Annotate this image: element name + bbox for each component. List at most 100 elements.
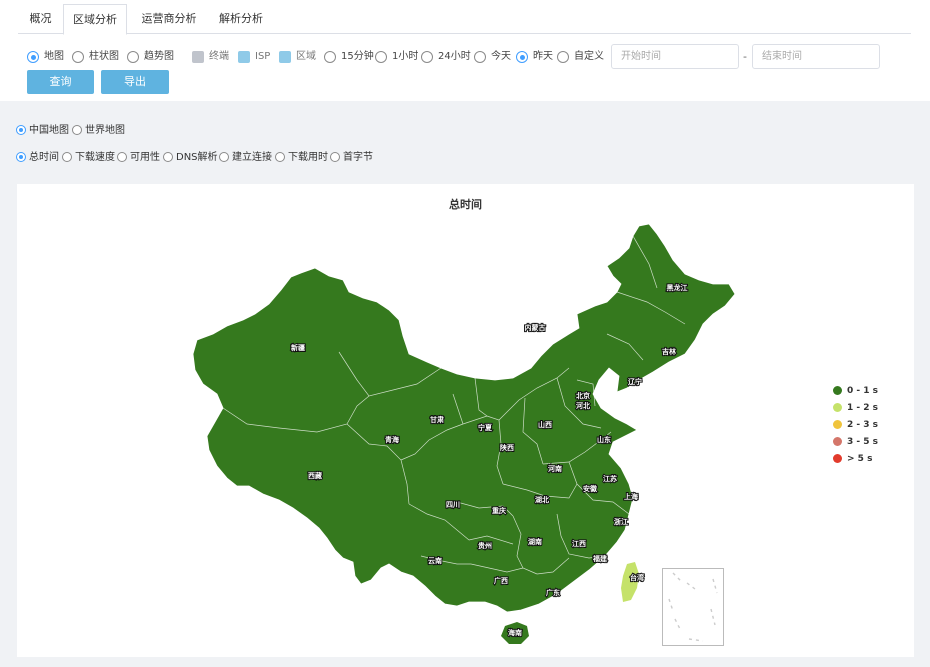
- radio-bar-chart[interactable]: [72, 51, 84, 63]
- radio-metric-dns[interactable]: [163, 152, 173, 162]
- radio-metric-connect[interactable]: [219, 152, 229, 162]
- province-label: 北京: [576, 391, 590, 400]
- radio-metric-availability[interactable]: [117, 152, 127, 162]
- china-map: 黑龙江内蒙古新疆 吉林辽宁北京河北甘肃宁夏 山西山东 青海陕西河南江苏 西藏安徽上海四川…: [192, 223, 736, 644]
- radio-trend-chart[interactable]: [127, 51, 139, 63]
- south-china-sea-inset: [662, 568, 724, 646]
- radio-1hour[interactable]: [375, 51, 387, 63]
- province-label: 江苏: [603, 474, 617, 483]
- radio-china-map-label: 中国地图: [29, 125, 69, 136]
- province-label: 山西: [538, 420, 552, 429]
- end-time-input[interactable]: 结束时间: [752, 44, 880, 69]
- checkbox-isp-label: ISP: [255, 51, 271, 62]
- filter-bar: 概况 区域分析 运营商分析 解析分析 地图 柱状图 趋势图 终端 ISP 区域 …: [0, 0, 930, 101]
- legend-swatch[interactable]: [833, 403, 842, 412]
- radio-metric-download-speed[interactable]: [62, 152, 72, 162]
- radio-map[interactable]: [27, 51, 39, 63]
- checkbox-region-label: 区域: [296, 51, 316, 62]
- query-button[interactable]: 查询: [27, 70, 94, 94]
- radio-15min[interactable]: [324, 51, 336, 63]
- province-label: 贵州: [478, 541, 492, 550]
- province-label: 甘肃: [430, 415, 444, 424]
- checkbox-region[interactable]: [279, 51, 291, 63]
- radio-metric-total-time-label: 总时间: [29, 152, 59, 163]
- legend-swatch[interactable]: [833, 420, 842, 429]
- radio-custom[interactable]: [557, 51, 569, 63]
- tab-dns-analysis[interactable]: 解析分析: [209, 4, 273, 34]
- province-label: 河北: [576, 401, 590, 410]
- province-label: 吉林: [662, 347, 677, 356]
- province-label: 四川: [446, 501, 460, 509]
- radio-today[interactable]: [474, 51, 486, 63]
- legend-swatch[interactable]: [833, 454, 842, 463]
- radio-today-label: 今天: [491, 51, 511, 62]
- province-label: 江西: [572, 539, 586, 548]
- province-label: 山东: [597, 435, 611, 444]
- province-label: 青海: [385, 435, 399, 444]
- radio-world-map[interactable]: [72, 125, 82, 135]
- province-label: 台湾: [630, 573, 644, 582]
- province-label: 陕西: [500, 443, 514, 452]
- radio-1hour-label: 1小时: [392, 51, 419, 62]
- radio-24hour[interactable]: [421, 51, 433, 63]
- legend-swatch[interactable]: [833, 437, 842, 446]
- radio-map-label: 地图: [44, 51, 64, 62]
- province-label: 广西: [494, 576, 508, 585]
- province-label: 重庆: [492, 506, 506, 515]
- radio-metric-download-time[interactable]: [275, 152, 285, 162]
- legend-label: 2 - 3 s: [847, 420, 879, 430]
- province-label: 广东: [546, 588, 560, 597]
- checkbox-isp[interactable]: [238, 51, 250, 63]
- province-label: 浙江: [614, 517, 628, 526]
- tab-region-analysis[interactable]: 区域分析: [63, 4, 127, 35]
- province-label: 上海: [624, 492, 638, 501]
- province-label: 安徽: [583, 484, 598, 493]
- tab-carrier-analysis[interactable]: 运营商分析: [129, 4, 209, 34]
- legend-swatch[interactable]: [833, 386, 842, 395]
- province-label: 河南: [548, 464, 562, 473]
- legend-label: 1 - 2 s: [847, 403, 879, 413]
- province-label: 辽宁: [628, 377, 642, 386]
- legend-label: > 5 s: [847, 454, 873, 464]
- radio-bar-chart-label: 柱状图: [89, 51, 119, 62]
- radio-world-map-label: 世界地图: [85, 125, 125, 136]
- map-panel: 总时间 黑龙江 内蒙古 新疆 吉林 辽宁 北京 河北 甘肃 宁夏 山西 山东 青…: [17, 184, 914, 657]
- province-label: 西藏: [308, 471, 322, 480]
- export-button[interactable]: 导出: [101, 70, 169, 94]
- tab-overview[interactable]: 概况: [18, 4, 63, 34]
- legend-label: 0 - 1 s: [847, 386, 879, 396]
- inset-islands: [668, 572, 718, 642]
- mainland-shape: [192, 223, 736, 613]
- radio-metric-first-byte-label: 首字节: [343, 152, 373, 163]
- radio-15min-label: 15分钟: [341, 51, 374, 62]
- checkbox-terminal-label: 终端: [209, 51, 229, 62]
- checkbox-terminal[interactable]: [192, 51, 204, 63]
- radio-custom-label: 自定义: [574, 51, 604, 62]
- radio-yesterday-label: 昨天: [533, 51, 553, 62]
- radio-metric-total-time[interactable]: [16, 152, 26, 162]
- radio-metric-dns-label: DNS解析: [176, 152, 218, 163]
- date-separator: -: [743, 50, 747, 63]
- province-label: 湖北: [535, 495, 549, 504]
- radio-metric-first-byte[interactable]: [330, 152, 340, 162]
- province-label: 海南: [508, 628, 522, 637]
- taiwan-shape: [621, 562, 639, 602]
- province-label: 湖南: [528, 537, 542, 546]
- province-label: 福建: [592, 554, 608, 563]
- radio-china-map[interactable]: [16, 125, 26, 135]
- province-label: 宁夏: [478, 423, 493, 432]
- radio-metric-download-speed-label: 下载速度: [75, 152, 115, 163]
- tab-strip: 概况 区域分析 运营商分析 解析分析: [18, 4, 911, 35]
- radio-metric-download-time-label: 下载用时: [288, 152, 328, 163]
- radio-yesterday[interactable]: [516, 51, 528, 63]
- radio-metric-connect-label: 建立连接: [232, 152, 272, 163]
- province-label: 云南: [428, 556, 442, 565]
- legend-label: 3 - 5 s: [847, 437, 879, 447]
- start-time-input[interactable]: 开始时间: [611, 44, 739, 69]
- radio-trend-chart-label: 趋势图: [144, 51, 174, 62]
- province-label: 内蒙古: [525, 323, 546, 332]
- province-label: 新疆: [291, 343, 305, 352]
- radio-24hour-label: 24小时: [438, 51, 471, 62]
- province-label: 黑龙江: [667, 283, 688, 292]
- radio-metric-availability-label: 可用性: [130, 152, 160, 163]
